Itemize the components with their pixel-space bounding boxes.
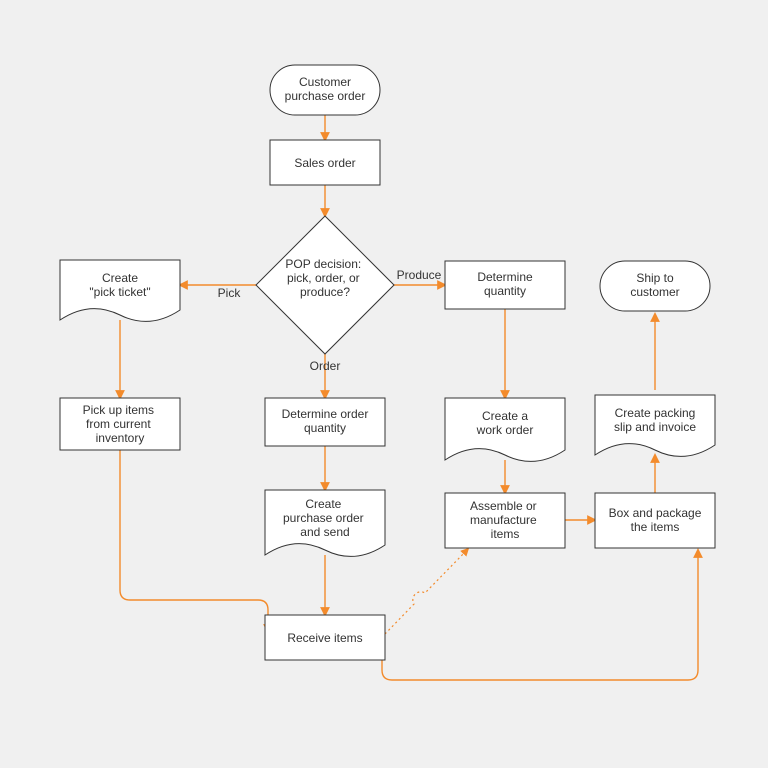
svg-text:Create packingslip and invoice: Create packingslip and invoice	[614, 406, 696, 434]
svg-text:Sales order: Sales order	[294, 156, 355, 170]
node-detqty: Determinequantity Determine quantity	[445, 261, 565, 309]
edge-label-produce: Produce	[397, 268, 442, 282]
edge-pickitems-receive	[120, 450, 268, 632]
edge-label-order: Order	[310, 359, 341, 373]
node-pickitems: Pick up items from current inventory Pic…	[60, 398, 180, 450]
edge-receive-box	[382, 550, 698, 680]
node-box: Box and packagethe items Box and package…	[595, 493, 715, 548]
node-decision: POP decision: pick, order, or produce? P…	[256, 216, 394, 354]
svg-text:Create awork order: Create awork order	[476, 409, 534, 437]
edge-label-pick: Pick	[218, 286, 242, 300]
node-packslip: Create packingslip and invoice Create pa…	[595, 395, 715, 456]
node-ship: Ship tocustomer Ship to customer	[600, 261, 710, 311]
svg-text:Determinequantity: Determinequantity	[477, 270, 533, 298]
node-detorderqty: Determine orderquantity Determine order …	[265, 398, 385, 446]
node-sales: Sales order	[270, 140, 380, 185]
svg-text:Receive items: Receive items	[287, 631, 362, 645]
node-receive: Receive items	[265, 615, 385, 660]
svg-text:Ship tocustomer: Ship tocustomer	[630, 271, 679, 299]
node-createpo: Create purchase order and send Create pu…	[265, 490, 385, 556]
edge-receive-assemble	[385, 549, 468, 634]
node-start: Customerpurchase order Customer purchase…	[270, 65, 380, 115]
node-pickticket: Create"pick ticket" Create "pick ticket"	[60, 260, 180, 321]
node-workorder: Create awork order Create a work order	[445, 398, 565, 461]
flowchart-canvas: Pick Produce Order Customerpurchase	[0, 0, 768, 768]
node-assemble: Assemble or manufacture items Assemble o…	[445, 493, 565, 548]
